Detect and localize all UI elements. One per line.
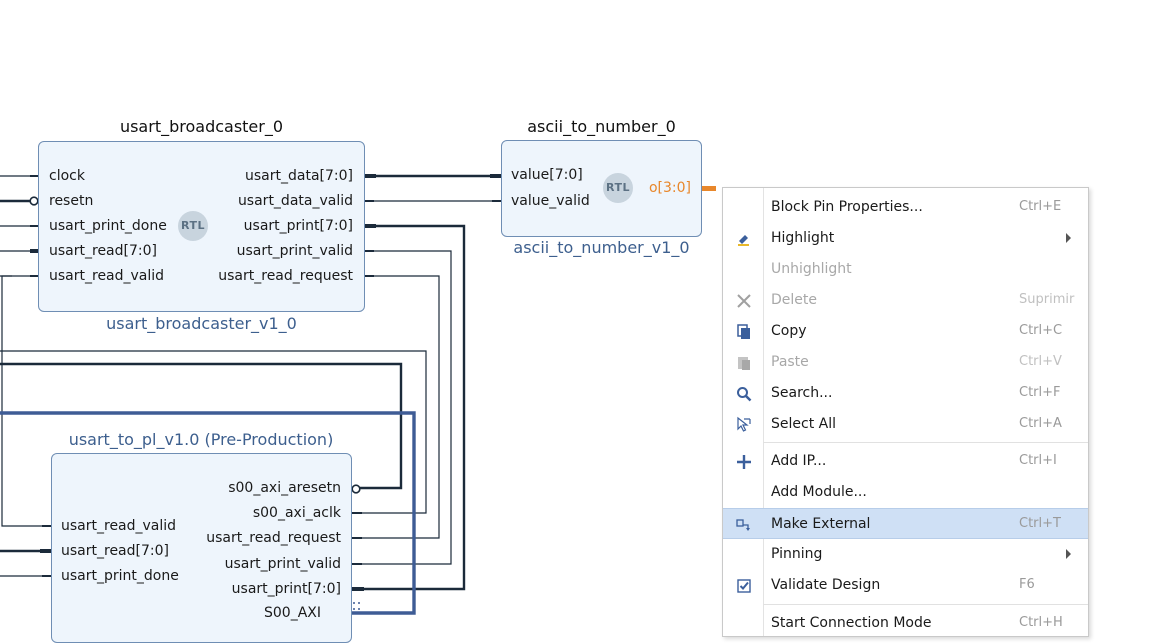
broadcaster-port-usart-read-request[interactable]: usart_read_request: [183, 267, 353, 285]
select-all-cursor-icon: [737, 416, 751, 432]
menu-separator: [763, 442, 1088, 443]
validate-checkbox-icon: [737, 579, 751, 593]
menu-item-shortcut: Ctrl+I: [1019, 453, 1057, 468]
menu-item-label: Validate Design: [771, 577, 881, 593]
broadcaster-port-usart-read[interactable]: usart_read[7:0]: [49, 242, 157, 260]
menu-item-shortcut: Ctrl+C: [1019, 323, 1063, 338]
pl-port-s00-axi[interactable]: S00_AXI: [151, 604, 321, 622]
menu-item-label: Delete: [771, 292, 817, 308]
usart-to-pl-title: usart_to_pl_v1.0 (Pre-Production): [68, 430, 334, 449]
rtl-badge-icon: RTL: [603, 173, 633, 203]
pl-port-usart-print-done[interactable]: usart_print_done: [61, 567, 179, 585]
menu-item-copy[interactable]: Copy Ctrl+C: [723, 316, 1088, 347]
menu-item-label: Paste: [771, 354, 809, 370]
ascii-port-value-valid[interactable]: value_valid: [511, 192, 590, 210]
pl-port-s00-axi-aresetn[interactable]: s00_axi_aresetn: [171, 479, 341, 497]
pl-port-usart-print[interactable]: usart_print[7:0]: [171, 580, 341, 598]
delete-x-icon: [737, 294, 751, 308]
menu-item-delete[interactable]: Delete Suprimir: [723, 285, 1088, 316]
menu-item-pinning[interactable]: Pinning: [723, 539, 1088, 570]
menu-item-label: Add Module...: [771, 484, 867, 500]
menu-item-shortcut: Suprimir: [1019, 292, 1075, 307]
paste-icon: [738, 357, 750, 370]
menu-item-select-all[interactable]: Select All Ctrl+A: [723, 409, 1088, 440]
menu-item-label: Start Connection Mode: [771, 615, 932, 631]
menu-item-shortcut: Ctrl+V: [1019, 354, 1062, 369]
ascii-port-value[interactable]: value[7:0]: [511, 166, 583, 184]
search-icon: [737, 387, 752, 402]
plus-icon: [737, 455, 751, 469]
menu-item-shortcut: Ctrl+A: [1019, 416, 1062, 431]
menu-item-label: Make External: [771, 516, 871, 532]
copy-icon: [737, 324, 750, 339]
pl-port-usart-print-valid[interactable]: usart_print_valid: [171, 555, 341, 573]
menu-item-make-external[interactable]: Make External Ctrl+T: [723, 508, 1088, 539]
submenu-arrow-icon: [1066, 549, 1071, 559]
broadcaster-module-name: usart_broadcaster_v1_0: [106, 314, 297, 333]
menu-item-shortcut: F6: [1019, 577, 1035, 592]
menu-item-shortcut: Ctrl+H: [1019, 615, 1063, 630]
menu-item-label: Copy: [771, 323, 807, 339]
make-external-icon: [736, 519, 750, 531]
menu-item-label: Unhighlight: [771, 261, 852, 277]
menu-separator: [763, 604, 1088, 605]
broadcaster-port-usart-read-valid[interactable]: usart_read_valid: [49, 267, 164, 285]
broadcaster-port-resetn[interactable]: resetn: [49, 192, 93, 210]
menu-item-add-ip[interactable]: Add IP... Ctrl+I: [723, 446, 1088, 477]
menu-item-shortcut: Ctrl+T: [1019, 516, 1061, 531]
menu-item-label: Block Pin Properties...: [771, 199, 923, 215]
pl-port-usart-read-valid[interactable]: usart_read_valid: [61, 517, 176, 535]
menu-item-add-module[interactable]: Add Module...: [723, 477, 1088, 508]
ascii-instance-name: ascii_to_number_0: [527, 117, 676, 136]
menu-item-validate-design[interactable]: Validate Design F6: [723, 570, 1088, 601]
pl-port-usart-read[interactable]: usart_read[7:0]: [61, 542, 169, 560]
menu-item-label: Pinning: [771, 546, 823, 562]
pl-port-s00-axi-aclk[interactable]: s00_axi_aclk: [171, 504, 341, 522]
menu-item-shortcut: Ctrl+F: [1019, 385, 1061, 400]
menu-item-label: Add IP...: [771, 453, 827, 469]
menu-item-label: Highlight: [771, 230, 835, 246]
menu-item-paste[interactable]: Paste Ctrl+V: [723, 347, 1088, 378]
menu-item-block-pin-properties[interactable]: Block Pin Properties... Ctrl+E: [723, 192, 1088, 223]
menu-item-search[interactable]: Search... Ctrl+F: [723, 378, 1088, 409]
highlight-marker-icon: [738, 235, 749, 246]
menu-item-unhighlight[interactable]: Unhighlight: [723, 254, 1088, 285]
broadcaster-port-usart-print-valid[interactable]: usart_print_valid: [183, 242, 353, 260]
broadcaster-instance-name: usart_broadcaster_0: [119, 117, 284, 136]
ascii-module-name: ascii_to_number_v1_0: [513, 238, 690, 257]
menu-item-label: Select All: [771, 416, 836, 432]
submenu-arrow-icon: [1066, 233, 1071, 243]
pl-port-usart-read-request[interactable]: usart_read_request: [171, 529, 341, 547]
broadcaster-port-usart-data[interactable]: usart_data[7:0]: [183, 167, 353, 185]
ascii-port-output[interactable]: o[3:0]: [640, 179, 691, 197]
menu-item-highlight[interactable]: Highlight: [723, 223, 1088, 254]
context-menu: Block Pin Properties... Ctrl+E Highlight…: [722, 187, 1089, 637]
broadcaster-port-usart-print-done[interactable]: usart_print_done: [49, 217, 167, 235]
broadcaster-port-usart-print[interactable]: usart_print[7:0]: [183, 217, 353, 235]
menu-item-start-connection-mode[interactable]: Start Connection Mode Ctrl+H: [723, 608, 1088, 639]
broadcaster-port-usart-data-valid[interactable]: usart_data_valid: [183, 192, 353, 210]
menu-item-shortcut: Ctrl+E: [1019, 199, 1062, 214]
broadcaster-port-clock[interactable]: clock: [49, 167, 85, 185]
menu-item-label: Search...: [771, 385, 833, 401]
